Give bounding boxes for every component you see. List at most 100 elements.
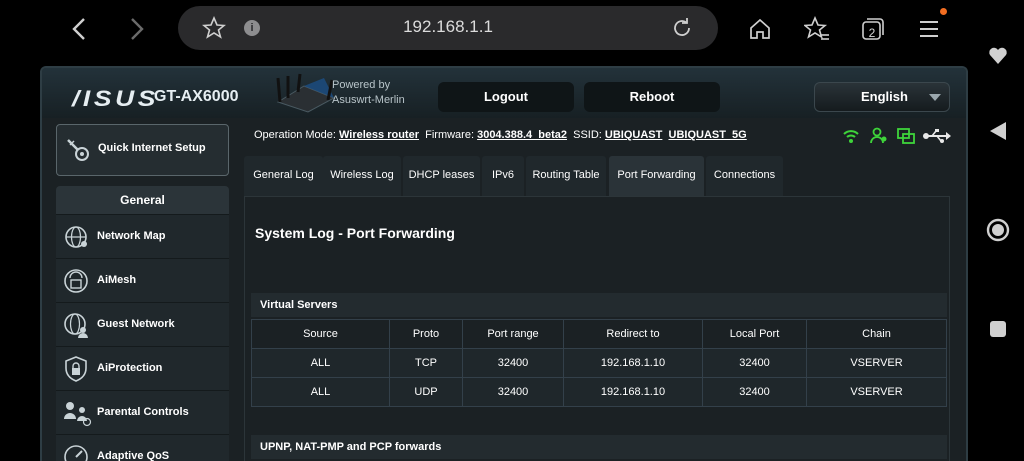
tab-routing-table[interactable]: Routing Table bbox=[526, 156, 606, 196]
nav-extra-button[interactable] bbox=[982, 40, 1014, 72]
tab-connections[interactable]: Connections bbox=[706, 156, 783, 196]
tab-dhcp-leases[interactable]: DHCP leases bbox=[403, 156, 480, 196]
sidebar-item-network-map[interactable]: Network Map bbox=[56, 214, 229, 258]
chevron-left-icon bbox=[72, 18, 85, 40]
router-admin-page: /ISUS GT-AX6000 Powered by Asuswrt-Merli… bbox=[40, 66, 968, 461]
chevron-right-icon bbox=[131, 18, 144, 40]
model-name: GT-AX6000 bbox=[154, 88, 239, 105]
chevron-down-icon bbox=[929, 94, 941, 101]
nav-back-button[interactable] bbox=[982, 115, 1014, 147]
sidebar-item-adaptive-qos[interactable]: Adaptive QoS bbox=[56, 434, 229, 461]
language-value: English bbox=[861, 89, 908, 104]
client-users-icon[interactable] bbox=[870, 127, 887, 144]
nav-recents-button[interactable] bbox=[982, 313, 1014, 345]
url-text[interactable]: 192.168.1.1 bbox=[178, 17, 718, 37]
table-row: ALL UDP 32400 192.168.1.10 32400 VSERVER bbox=[251, 377, 947, 407]
triangle-back-icon bbox=[990, 122, 1006, 140]
upnp-forwards-header: UPNP, NAT-PMP and PCP forwards bbox=[251, 435, 947, 459]
reboot-button[interactable]: Reboot bbox=[584, 82, 720, 112]
column-header: Local Port bbox=[702, 319, 807, 349]
wifi-icon[interactable] bbox=[843, 130, 859, 143]
home-button[interactable] bbox=[743, 12, 777, 46]
hamburger-menu-icon bbox=[920, 21, 938, 37]
logout-button[interactable]: Logout bbox=[438, 82, 574, 112]
tab-ipv6[interactable]: IPv6 bbox=[482, 156, 524, 196]
tab-general-log[interactable]: General Log bbox=[244, 156, 323, 196]
sidebar-item-label: Network Map bbox=[97, 230, 166, 242]
android-nav-bar bbox=[972, 0, 1024, 461]
internet-status-icon[interactable] bbox=[897, 128, 915, 144]
table-cell: 32400 bbox=[462, 377, 564, 407]
table-cell: VSERVER bbox=[806, 348, 947, 378]
sidebar-item-label: Parental Controls bbox=[97, 406, 189, 418]
sidebar-item-guest-network[interactable]: Guest Network bbox=[56, 302, 229, 346]
sidebar-item-aimesh[interactable]: AiMesh bbox=[56, 258, 229, 302]
forward-button[interactable] bbox=[120, 12, 154, 46]
bookmarks-button[interactable] bbox=[800, 12, 834, 46]
back-button[interactable] bbox=[62, 12, 96, 46]
column-header: Redirect to bbox=[563, 319, 703, 349]
ssid-link-5g[interactable]: UBIQUAST_5G bbox=[669, 129, 747, 141]
table-cell: 192.168.1.10 bbox=[563, 348, 703, 378]
globe-network-icon bbox=[65, 226, 87, 248]
column-header: Proto bbox=[389, 319, 463, 349]
virtual-servers-table: Source Proto Port range Redirect to Loca… bbox=[251, 319, 947, 407]
usb-icon[interactable] bbox=[923, 129, 951, 143]
home-icon bbox=[750, 18, 770, 39]
table-row: ALL TCP 32400 192.168.1.10 32400 VSERVER bbox=[251, 348, 947, 378]
column-header: Chain bbox=[806, 319, 947, 349]
heart-down-icon bbox=[989, 47, 1007, 64]
guest-network-icon bbox=[64, 313, 88, 338]
table-header-row: Source Proto Port range Redirect to Loca… bbox=[251, 319, 947, 349]
sidebar-item-parental-controls[interactable]: Parental Controls bbox=[56, 390, 229, 434]
ssid-label: SSID: bbox=[573, 129, 602, 141]
column-header: Port range bbox=[462, 319, 564, 349]
general-section-header: General bbox=[56, 186, 229, 214]
table-cell: TCP bbox=[389, 348, 463, 378]
star-list-icon bbox=[804, 16, 829, 40]
square-recents-icon bbox=[990, 321, 1006, 337]
aimesh-icon bbox=[64, 269, 88, 293]
tab-count: 2 bbox=[868, 26, 876, 40]
main-content: System Log - Port Forwarding Virtual Ser… bbox=[244, 196, 950, 461]
powered-by-line2: Asuswrt-Merlin bbox=[332, 94, 405, 106]
firmware-link[interactable]: 3004.388.4_beta2 bbox=[477, 129, 567, 141]
quick-internet-setup-button[interactable]: Quick Internet Setup bbox=[56, 124, 229, 176]
sidebar-item-label: Adaptive QoS bbox=[97, 450, 170, 461]
nav-home-button[interactable] bbox=[982, 214, 1014, 246]
tab-port-forwarding[interactable]: Port Forwarding bbox=[609, 156, 704, 196]
table-cell: 32400 bbox=[702, 377, 807, 407]
asus-logo: /ISUS bbox=[72, 86, 159, 111]
tab-wireless-log[interactable]: Wireless Log bbox=[323, 156, 401, 196]
powered-by-line1: Powered by bbox=[332, 79, 391, 91]
column-header: Source bbox=[251, 319, 390, 349]
wand-gear-icon bbox=[67, 139, 89, 161]
sidebar-item-label: AiProtection bbox=[97, 362, 163, 374]
notification-dot bbox=[940, 8, 947, 15]
page-title: System Log - Port Forwarding bbox=[255, 225, 455, 241]
address-bar[interactable]: i 192.168.1.1 bbox=[178, 6, 718, 50]
top-banner: /ISUS GT-AX6000 Powered by Asuswrt-Merli… bbox=[42, 68, 966, 118]
quick-internet-setup-label: Quick Internet Setup bbox=[98, 142, 206, 154]
shield-lock-icon bbox=[65, 356, 87, 382]
language-select[interactable]: English bbox=[814, 82, 950, 112]
family-icon bbox=[64, 402, 92, 427]
tabs-button[interactable]: 2 bbox=[856, 12, 890, 46]
sidebar-item-aiprotection[interactable]: AiProtection bbox=[56, 346, 229, 390]
menu-button[interactable] bbox=[912, 12, 946, 46]
firmware-label: Firmware: bbox=[425, 129, 475, 141]
table-cell: ALL bbox=[251, 377, 390, 407]
sidebar-item-label: AiMesh bbox=[97, 274, 137, 286]
reload-icon[interactable] bbox=[670, 16, 694, 40]
table-cell: 32400 bbox=[702, 348, 807, 378]
status-line: Operation Mode: Wireless router Firmware… bbox=[254, 129, 747, 141]
sidebar-item-label: Guest Network bbox=[97, 318, 175, 330]
router-image-icon bbox=[276, 73, 336, 113]
ssid-link-2g[interactable]: UBIQUAST bbox=[605, 129, 662, 141]
table-cell: 192.168.1.10 bbox=[563, 377, 703, 407]
op-mode-link[interactable]: Wireless router bbox=[339, 129, 419, 141]
virtual-servers-header: Virtual Servers bbox=[251, 293, 947, 317]
powered-by: Powered by Asuswrt-Merlin bbox=[332, 78, 405, 108]
circle-home-icon bbox=[986, 218, 1010, 242]
browser-toolbar: i 192.168.1.1 2 bbox=[0, 0, 972, 58]
